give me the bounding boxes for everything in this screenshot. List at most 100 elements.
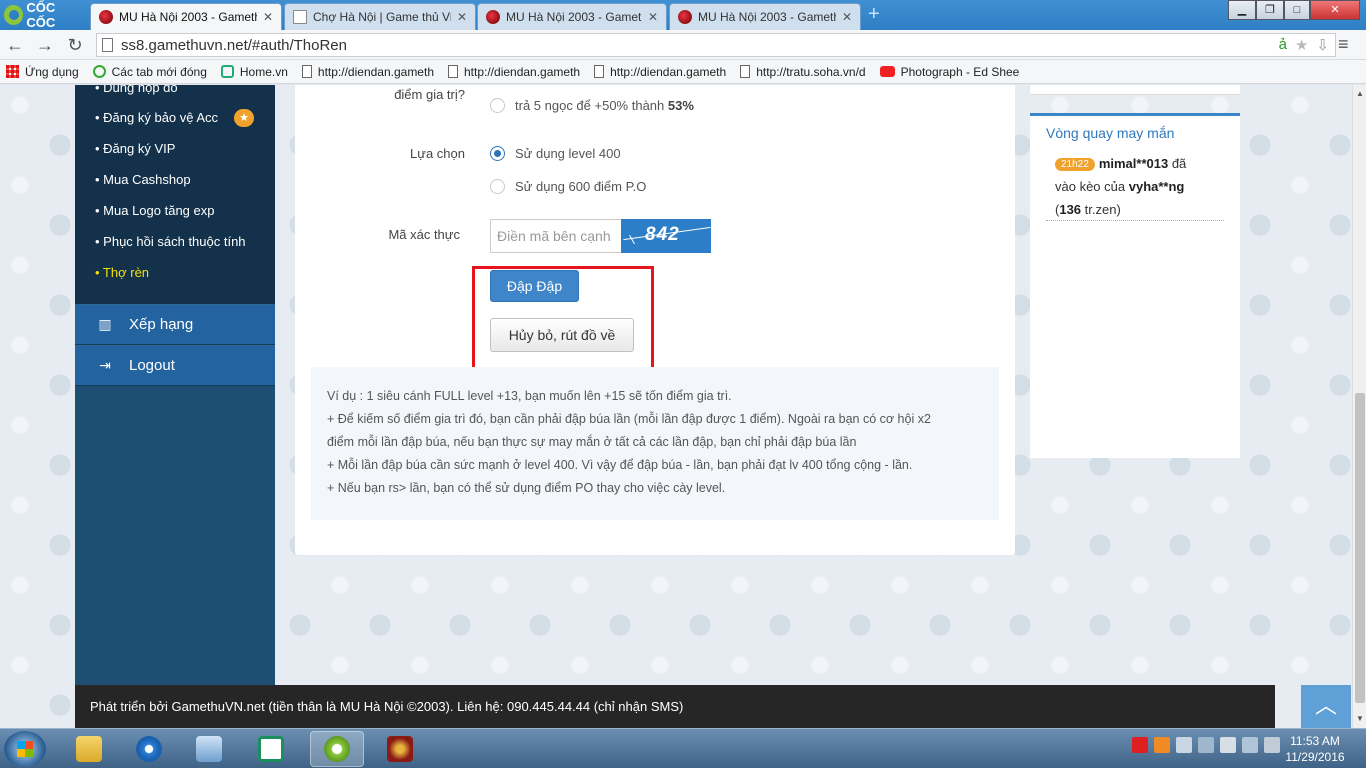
tab-close-icon[interactable]: ✕ <box>842 10 852 24</box>
sidebar-item-mua-logo[interactable]: • Mua Logo tăng exp <box>95 203 214 218</box>
browser-tab-bar: CỐC CỐC MU Hà Nội 2003 - Gameth ✕ Chợ Hà… <box>0 0 1366 30</box>
taskbar-home-vn[interactable] <box>244 731 298 767</box>
browser-tab-2[interactable]: Chợ Hà Nội | Game thủ Việ ✕ <box>284 3 476 30</box>
sidebar-item-dang-ky-vip[interactable]: • Đăng ký VIP <box>95 141 175 156</box>
page-scrollbar[interactable]: ▲ ▼ <box>1352 85 1366 728</box>
window-close-icon[interactable]: ✕ <box>1310 0 1360 20</box>
taskbar-remote-desktop[interactable] <box>182 731 236 767</box>
choice-po-radio[interactable] <box>490 179 505 194</box>
sidebar-item-dang-ky-bao-ve[interactable]: • Đăng ký bảo vệ Acc <box>95 110 218 125</box>
start-button-icon[interactable] <box>4 731 46 767</box>
captcha-image[interactable]: 842 <box>621 219 711 253</box>
cancel-button[interactable]: Hủy bỏ, rút đồ về <box>490 318 634 352</box>
back-arrow-icon[interactable]: ← <box>4 34 26 56</box>
sidebar: • Dùng hộp đồ • Đăng ký bảo vệ Acc ★ • Đ… <box>75 85 275 685</box>
page-icon <box>740 65 751 78</box>
tab-close-icon[interactable]: ✕ <box>457 10 467 24</box>
browser-tab-3[interactable]: MU Hà Nội 2003 - Gameth ✕ <box>477 3 667 30</box>
sidebar-item-xep-hang[interactable]: ▥ Xếp hạng <box>75 304 275 345</box>
browser-menu-icon[interactable]: ≡ <box>1338 34 1358 54</box>
remote-desktop-icon <box>196 736 222 762</box>
amount-value: 136 <box>1059 202 1082 217</box>
scroll-up-arrow-icon[interactable]: ▲ <box>1353 87 1366 101</box>
window-restore-icon[interactable]: ❐ <box>1256 0 1284 20</box>
action-center-icon[interactable] <box>1220 737 1236 753</box>
captcha-input[interactable] <box>490 219 621 253</box>
bookmark-apps[interactable]: Ứng dụng <box>6 65 79 79</box>
widget-line-1: 21h22 mimal**013 đã <box>1055 156 1186 171</box>
scrollbar-thumb[interactable] <box>1355 393 1365 703</box>
site-footer: Phát triển bởi GamethuVN.net (tiền thân … <box>75 685 1275 728</box>
coccoc-dictionary-icon[interactable]: ả <box>1279 36 1287 54</box>
submit-button[interactable]: Đập Đập <box>490 270 579 302</box>
download-icon[interactable]: ⇩ <box>1316 36 1329 54</box>
taskbar-coccoc[interactable] <box>310 731 364 767</box>
coccoc-logo-icon <box>4 5 24 25</box>
coccoc-browser-icon <box>324 736 350 762</box>
bookmark-diendan-1[interactable]: http://diendan.gameth <box>301 65 434 79</box>
page-viewport: • Dùng hộp đồ • Đăng ký bảo vệ Acc ★ • Đ… <box>0 85 1352 728</box>
sidebar-item-phuc-hoi-sach[interactable]: • Phục hồi sách thuộc tính <box>95 234 246 249</box>
forward-arrow-icon[interactable]: → <box>34 34 56 56</box>
bookmark-diendan-3[interactable]: http://diendan.gameth <box>594 65 726 79</box>
brand-text: CỐC CỐC <box>26 0 56 30</box>
power-icon[interactable] <box>1242 737 1258 753</box>
widget-separator <box>1046 220 1224 221</box>
new-tab-icon[interactable]: + <box>868 4 886 24</box>
security-shield-icon[interactable] <box>1154 737 1170 753</box>
right-box-top <box>1030 85 1240 95</box>
bookmark-tratu[interactable]: http://tratu.soha.vn/d <box>740 65 866 79</box>
system-clock[interactable]: 11:53 AM 11/29/2016 <box>1280 733 1350 765</box>
value-option-radio[interactable] <box>490 98 505 113</box>
sidebar-item-mua-cashshop[interactable]: • Mua Cashshop <box>95 172 191 187</box>
bookmark-photograph[interactable]: Photograph - Ed Shee <box>879 65 1019 79</box>
sidebar-item-logout[interactable]: ⇥ Logout <box>75 345 275 386</box>
window-maximize-icon[interactable]: □ <box>1284 0 1310 20</box>
browser-tab-4[interactable]: MU Hà Nội 2003 - Gameth ✕ <box>669 3 861 30</box>
scroll-down-arrow-icon[interactable]: ▼ <box>1353 712 1366 726</box>
home-vn-app-icon <box>258 736 284 762</box>
taskbar-internet-explorer[interactable] <box>122 731 176 767</box>
window-minimize-icon[interactable]: ▁ <box>1228 0 1256 20</box>
sidebar-item-tho-ren[interactable]: • Thợ rèn <box>95 265 149 280</box>
page-icon <box>448 65 458 78</box>
address-bar[interactable]: ss8.gamethuvn.net/#auth/ThoRen ả ★ ⇩ <box>96 33 1336 57</box>
mu-game-icon <box>387 736 413 762</box>
coccoc-logo[interactable]: CỐC CỐC <box>4 0 86 30</box>
choice-label: Lựa chọn <box>410 146 465 161</box>
sidebar-item-dung-hop-do[interactable]: • Dùng hộp đồ <box>95 85 178 95</box>
clock-date: 11/29/2016 <box>1285 750 1345 764</box>
bookmark-diendan-2[interactable]: http://diendan.gameth <box>448 65 580 79</box>
bookmark-home-vn[interactable]: Home.vn <box>220 65 288 79</box>
browser-tab-1[interactable]: MU Hà Nội 2003 - Gameth ✕ <box>90 3 282 30</box>
bookmark-star-icon[interactable]: ★ <box>1295 36 1308 54</box>
page-icon <box>301 65 312 78</box>
taskbar-mu-game[interactable] <box>373 731 427 767</box>
recent-tabs-icon <box>92 65 106 78</box>
tho-ren-panel: điểm gia trị? trả 5 ngọc để +50% thành 5… <box>295 85 1015 555</box>
widget-title[interactable]: Vòng quay may mắn <box>1046 125 1174 141</box>
chevron-up-icon: ︿ <box>1314 693 1337 718</box>
scroll-to-top-button[interactable]: ︿ <box>1301 685 1351 728</box>
choice-level-radio[interactable] <box>490 146 505 161</box>
note-line: + Mỗi lần đập búa cần sức mạnh ở level 4… <box>327 458 913 472</box>
bookmarks-bar: Ứng dụng Các tab mới đóng Home.vn http:/… <box>0 60 1366 84</box>
reload-icon[interactable]: ↻ <box>64 34 86 56</box>
note-line: điểm mỗi lần đập búa, nếu bạn thực sự ma… <box>327 435 857 449</box>
tab-close-icon[interactable]: ✕ <box>263 10 273 24</box>
taskbar-file-explorer[interactable] <box>62 731 116 767</box>
footer-text: Phát triển bởi GamethuVN.net (tiền thân … <box>90 699 684 714</box>
tab-close-icon[interactable]: ✕ <box>648 10 658 24</box>
tab-label: MU Hà Nội 2003 - Gameth <box>698 10 836 24</box>
bookmark-recent-tabs[interactable]: Các tab mới đóng <box>92 65 207 79</box>
bar-chart-icon: ▥ <box>98 316 112 332</box>
widget-line-3: (136 tr.zen) <box>1055 202 1121 217</box>
logout-icon: ⇥ <box>99 357 111 373</box>
vietkey-icon[interactable] <box>1132 737 1148 753</box>
show-hidden-icons-icon[interactable] <box>1176 737 1192 753</box>
network-icon[interactable] <box>1198 737 1214 753</box>
volume-icon[interactable] <box>1264 737 1280 753</box>
windows-taskbar: 11:53 AM 11/29/2016 <box>0 728 1366 768</box>
note-line: Ví dụ : 1 siêu cánh FULL level +13, bạn … <box>327 389 732 403</box>
apps-grid-icon <box>6 65 19 78</box>
